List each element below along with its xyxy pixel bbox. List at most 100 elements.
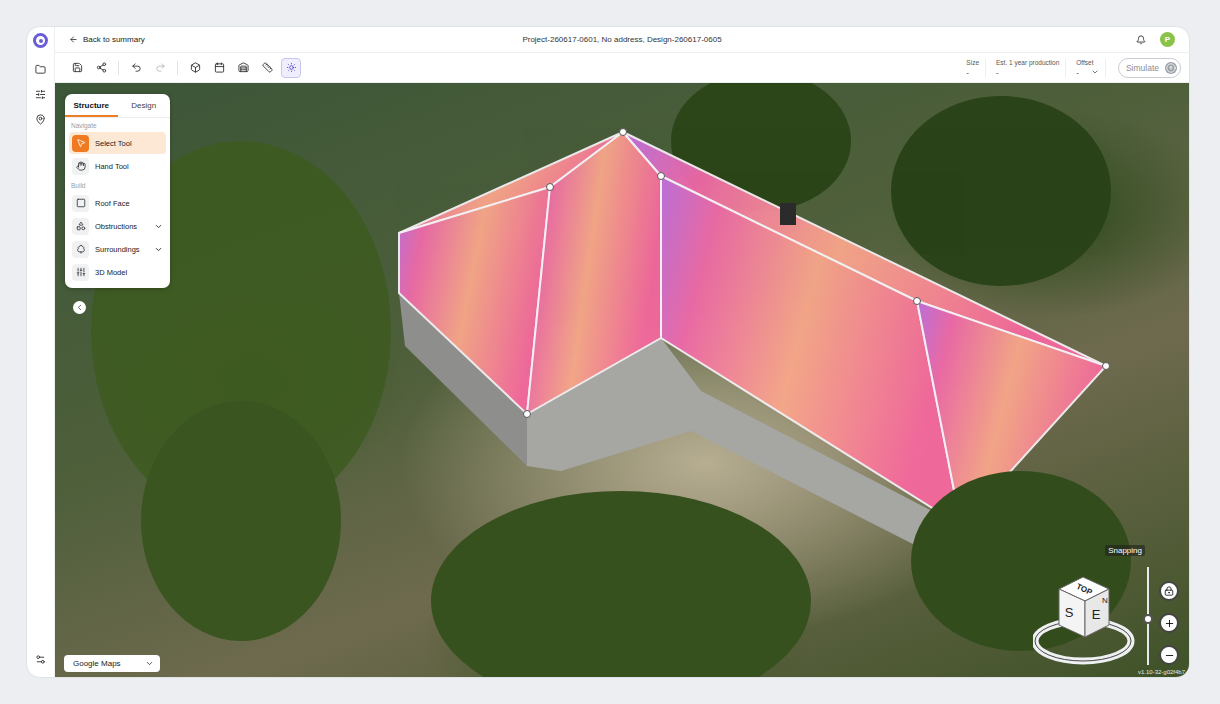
tool-button[interactable] [67,58,87,78]
toolbar: Size - Est. 1 year production - Offset - Simul… [55,53,1189,83]
sliders-icon[interactable] [35,89,46,100]
stat-value-text: - [996,68,999,77]
map-pin-icon[interactable] [35,114,46,125]
panel-item[interactable]: Hand Tool [69,155,166,177]
tree [911,471,1131,651]
arrow-up-icon [1166,63,1176,73]
section-title: Navigate [65,118,170,131]
stat-label: Est. 1 year production [996,59,1059,66]
avatar[interactable]: P [1160,32,1175,47]
logo-icon[interactable] [33,33,48,48]
item-icon-box [72,264,89,281]
roof-face[interactable] [661,176,961,526]
roof-vertex[interactable] [1103,363,1110,370]
header-right: P [722,32,1175,47]
zoom-buttons [1159,581,1179,665]
settings-icon[interactable] [35,654,46,665]
tool-button[interactable] [185,58,205,78]
scene-3d [55,83,1189,677]
collapse-button[interactable] [73,301,86,314]
tool-button[interactable] [233,58,253,78]
roof-face[interactable] [399,187,550,414]
tree [141,401,341,641]
lock-icon [1164,586,1174,596]
zoom-in-button[interactable] [1159,613,1179,633]
side-rail [27,27,55,677]
tool-button[interactable] [281,58,301,78]
tool-icon [76,267,86,277]
map-source-label: Google Maps [73,659,121,668]
tool-button[interactable] [209,58,229,78]
panel-item[interactable]: Surroundings [69,238,166,260]
back-link[interactable]: Back to summary [69,35,522,44]
chevron-down-icon [1091,68,1099,76]
stat[interactable]: Offset - [1070,59,1106,77]
section-title: Build [65,178,170,191]
roof-vertex[interactable] [658,173,665,180]
cube-front-label: E [1092,607,1101,622]
item-label: Obstructions [95,222,148,231]
panel-item[interactable]: Obstructions [69,215,166,237]
tool-button[interactable] [257,58,277,78]
project-title: Project-260617-0601, No address, Design-… [522,35,721,44]
tool-button[interactable] [126,58,146,78]
zoom-out-button[interactable] [1159,645,1179,665]
panel-item[interactable]: Select Tool [69,132,166,154]
panel-item[interactable]: 3D Model [69,261,166,283]
stat: Size - [960,59,986,77]
chevron-down-icon [154,245,163,254]
roof-vertex[interactable] [524,411,531,418]
plus-icon [1164,618,1175,629]
view-controls: TOPSENSnapping [1033,567,1179,665]
angle-icon [262,62,273,73]
tool-icon [76,138,86,148]
stat-value: - [1076,68,1099,77]
roof-vertex[interactable] [914,298,921,305]
logo-dot [39,39,43,43]
header: Back to summaryProject-260617-0601, No a… [55,27,1189,53]
roof-face[interactable] [527,132,661,414]
panel-item[interactable]: Roof Face [69,192,166,214]
item-icon-box [72,158,89,175]
snapping-label: Snapping [1105,545,1145,556]
folder-icon[interactable] [35,64,46,75]
tool-icon [76,198,86,208]
cube-icon [190,62,201,73]
map-canvas[interactable]: StructureDesignNavigateSelect Tool Hand T… [55,83,1189,677]
zoom-slider[interactable] [1143,567,1153,665]
save-icon [72,62,83,73]
item-label: Hand Tool [95,162,163,171]
app-window: Back to summaryProject-260617-0601, No a… [26,26,1190,678]
panel-tab[interactable]: Structure [65,94,118,117]
tool-button[interactable] [91,58,111,78]
zoom-thumb[interactable] [1143,614,1153,624]
page: Back to summaryProject-260617-0601, No a… [0,0,1220,704]
calendar-icon [214,62,225,73]
item-label: Surroundings [95,245,148,254]
simulate-button[interactable]: Simulate [1118,58,1181,78]
tool-icon [76,244,86,254]
item-icon-box [72,135,89,152]
version-label: v1.10-32-g02f4b7 [1138,669,1185,675]
stat-label: Offset [1076,59,1099,66]
bell-icon[interactable] [1136,35,1146,45]
roof-vertex[interactable] [547,184,554,191]
share-icon [96,62,107,73]
map-source-select[interactable]: Google Maps [64,655,160,672]
item-icon-box [72,241,89,258]
stat-value-text: - [966,68,969,77]
panel-tab[interactable]: Design [118,94,171,117]
panel-section: NavigateSelect Tool Hand Tool [65,118,170,177]
chevron-down-icon [145,659,154,668]
simulate-label: Simulate [1126,63,1159,73]
navigation-cube[interactable]: TOPSEN [1033,569,1137,665]
panel-section: Build Roof Face Obstructions Surroundings 3D… [65,178,170,283]
item-label: Roof Face [95,199,163,208]
snapping-button[interactable] [1159,581,1179,601]
roof-vertex[interactable] [620,129,627,136]
stat-label: Size [966,59,979,66]
tool-button[interactable] [150,58,170,78]
stat-value: - [996,68,1059,77]
cube-right-label: N [1102,596,1108,605]
minus-icon [1164,650,1175,661]
